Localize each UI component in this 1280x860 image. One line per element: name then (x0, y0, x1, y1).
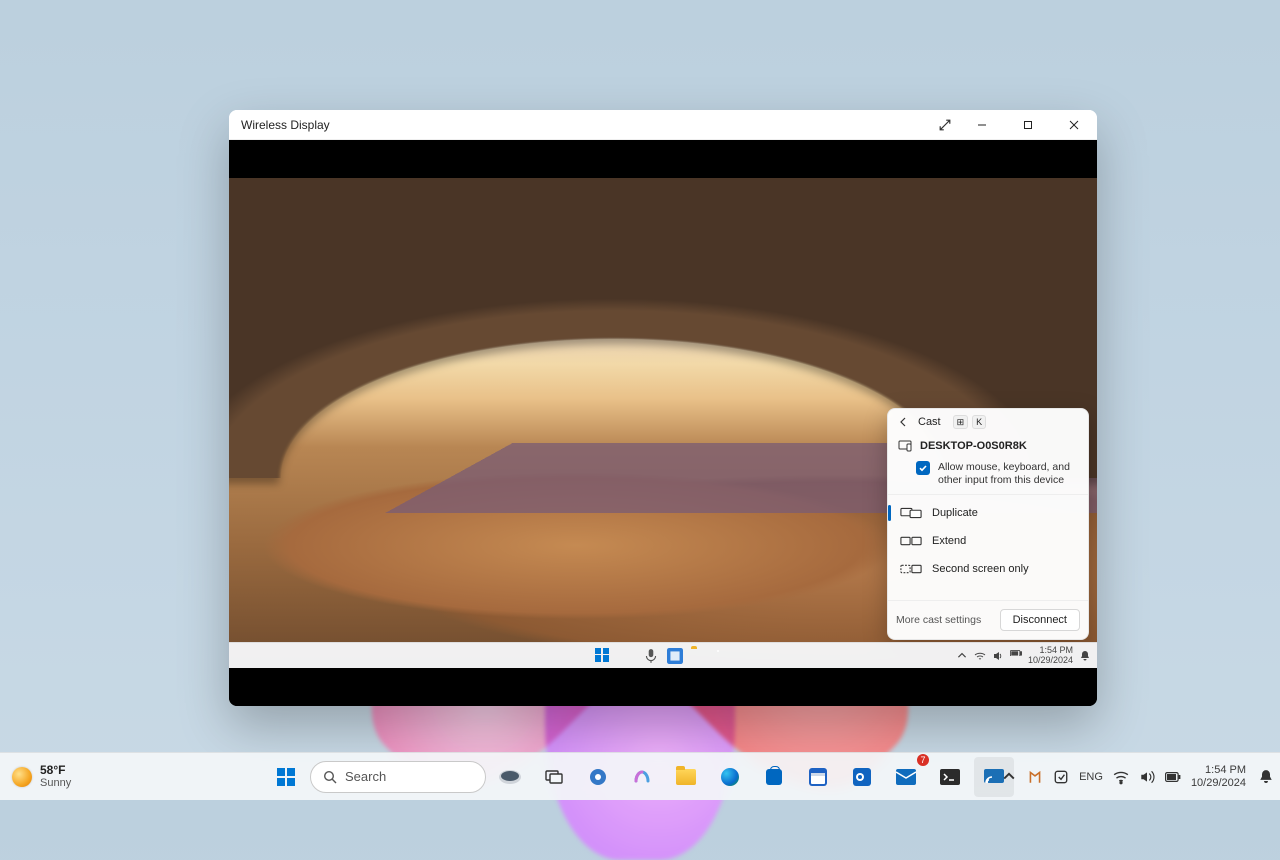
remote-chrome-icon[interactable] (619, 648, 635, 664)
tray-volume-icon[interactable] (1139, 769, 1155, 785)
remote-mic-icon[interactable] (643, 648, 659, 664)
duplicate-icon (900, 506, 922, 520)
weather-sunny-icon (12, 767, 32, 787)
tray-chevron-icon[interactable] (1001, 769, 1017, 785)
outlook-icon[interactable] (842, 757, 882, 797)
file-explorer-icon[interactable] (666, 757, 706, 797)
tray-battery-icon[interactable] (1165, 769, 1181, 785)
tray-wifi-icon[interactable] (1113, 769, 1129, 785)
projection-duplicate[interactable]: Duplicate (888, 499, 1088, 527)
allow-input-row[interactable]: Allow mouse, keyboard, and other input f… (888, 459, 1088, 494)
edge-icon[interactable] (710, 757, 750, 797)
remote-explorer-icon[interactable] (691, 648, 707, 664)
copilot-icon[interactable] (622, 757, 662, 797)
projection-extend[interactable]: Extend (888, 527, 1088, 555)
remote-desktop[interactable]: Cast ⊞K DESKTOP-O0S0R8K Allow mouse, key (229, 178, 1097, 668)
letterbox-bottom (229, 668, 1097, 706)
more-cast-settings-link[interactable]: More cast settings (896, 614, 981, 626)
remote-taskbar[interactable]: 1:54 PM10/29/2024 (229, 642, 1097, 668)
weather-temp: 58°F (40, 764, 71, 776)
remote-volume-icon[interactable] (992, 650, 1004, 662)
minimize-button[interactable] (959, 110, 1005, 140)
expand-icon[interactable] (939, 119, 951, 131)
titlebar[interactable]: Wireless Display (229, 110, 1097, 140)
disconnect-button[interactable]: Disconnect (1000, 609, 1080, 631)
calendar-icon[interactable] (798, 757, 838, 797)
second-screen-icon (900, 562, 922, 576)
cast-panel: Cast ⊞K DESKTOP-O0S0R8K Allow mouse, key (887, 408, 1089, 640)
search-placeholder: Search (345, 769, 386, 784)
remote-app-icon[interactable] (667, 648, 683, 664)
projection-second-only[interactable]: Second screen only (888, 555, 1088, 583)
system-tray[interactable]: ENG 1:54 PM10/29/2024 (1001, 753, 1274, 800)
cast-shortcut: ⊞K (953, 415, 987, 429)
tray-security-icon[interactable] (1053, 769, 1069, 785)
search-icon (323, 770, 337, 784)
mail-badge: 7 (917, 754, 929, 766)
host-taskbar[interactable]: 58°F Sunny Search (0, 752, 1280, 800)
terminal-icon[interactable] (930, 757, 970, 797)
remote-battery-icon[interactable] (1010, 650, 1022, 662)
tray-app-icon[interactable] (1027, 769, 1043, 785)
settings-icon[interactable] (578, 757, 618, 797)
mail-icon[interactable]: 7 (886, 757, 926, 797)
start-button[interactable] (266, 757, 306, 797)
store-icon[interactable] (754, 757, 794, 797)
maximize-button[interactable] (1005, 110, 1051, 140)
checkbox-checked-icon[interactable] (916, 461, 930, 475)
cast-title: Cast (918, 416, 941, 428)
cast-device-name: DESKTOP-O0S0R8K (920, 440, 1027, 452)
extend-icon (900, 534, 922, 548)
remote-wifi-icon[interactable] (974, 650, 986, 662)
task-view-button[interactable] (534, 757, 574, 797)
remote-clock[interactable]: 1:54 PM10/29/2024 (1028, 646, 1073, 665)
allow-input-label: Allow mouse, keyboard, and other input f… (938, 461, 1078, 486)
tray-notifications-icon[interactable] (1258, 769, 1274, 785)
tray-language-icon[interactable]: ENG (1079, 769, 1103, 785)
weather-widget[interactable]: 58°F Sunny (0, 753, 83, 800)
remote-tray-chevron-icon[interactable] (956, 650, 968, 662)
weather-condition: Sunny (40, 778, 71, 789)
close-button[interactable] (1051, 110, 1097, 140)
remote-notifications-icon[interactable] (1079, 650, 1091, 662)
remote-start-button[interactable] (595, 648, 611, 664)
tray-clock[interactable]: 1:54 PM10/29/2024 (1191, 764, 1248, 789)
projection-mode-list: Duplicate Extend Second screen only (888, 494, 1088, 587)
window-client-area: Cast ⊞K DESKTOP-O0S0R8K Allow mouse, key (229, 140, 1097, 706)
taskbar-search[interactable]: Search (310, 761, 486, 793)
back-icon[interactable] (898, 416, 910, 428)
letterbox-top (229, 140, 1097, 178)
remote-whatsapp-icon[interactable] (715, 648, 731, 664)
cast-device-row[interactable]: DESKTOP-O0S0R8K (888, 435, 1088, 459)
taskbar-app-generic[interactable] (490, 757, 530, 797)
device-icon (898, 439, 912, 453)
wireless-display-window: Wireless Display (229, 110, 1097, 706)
window-title: Wireless Display (241, 118, 330, 132)
